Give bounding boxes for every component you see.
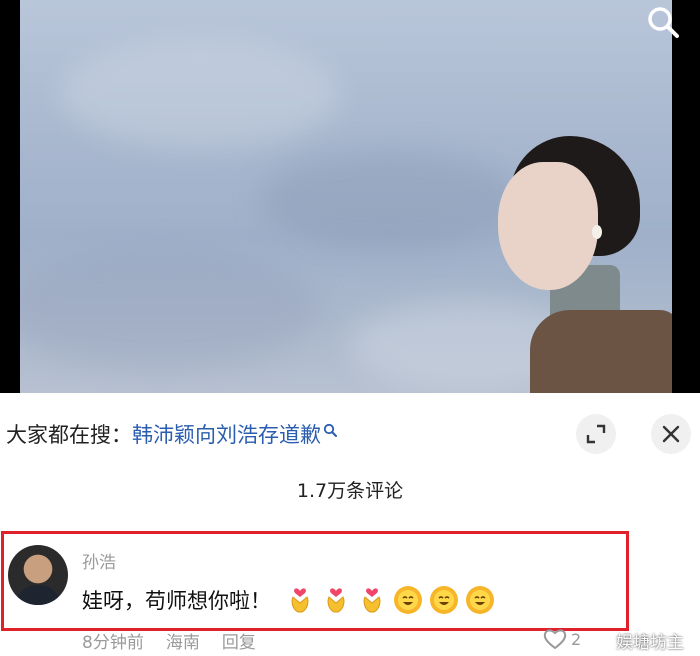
heart-hands-emoji [327,588,345,613]
small-search-icon [323,423,337,445]
comment-meta: 8分钟前 海南 回复 [82,628,256,653]
close-button[interactable] [651,414,691,454]
like-button[interactable]: 2 [543,628,581,650]
avatar-shirt [16,585,60,605]
comment-text: 娃呀，苟师想你啦！ [82,589,271,613]
emoji-row [285,585,495,615]
comment-body: 娃呀，苟师想你啦！ [82,582,495,618]
screen: 大家都在搜： 韩沛颖向刘浩存道歉 1.7万条评论 孙浩 娃呀，苟师想你啦！ 8分… [0,0,700,656]
like-count: 2 [571,629,582,649]
search-icon [648,7,679,38]
expand-button[interactable] [576,414,616,454]
earring [592,225,602,239]
hot-search-row[interactable]: 大家都在搜： 韩沛颖向刘浩存道歉 [6,418,337,450]
comment-time: 8分钟前 [82,633,144,653]
sky-image [20,0,672,393]
heart-icon [543,629,567,650]
reply-button[interactable]: 回复 [222,628,256,653]
watermark: 娱塘坊主 [592,628,684,653]
sun-smile-emoji [430,586,458,614]
expand-icon [586,424,606,444]
woman-figure [470,130,672,393]
watermark-text: 娱塘坊主 [616,633,684,653]
cloud [60,40,340,150]
sun-smile-emoji [394,586,422,614]
heart-hands-emoji [291,588,309,613]
comment-username[interactable]: 孙浩 [82,548,116,573]
search-button[interactable] [643,2,683,42]
coat [530,310,672,393]
hot-search-link[interactable]: 韩沛颖向刘浩存道歉 [132,419,321,449]
comment-count: 1.7万条评论 [296,480,404,502]
face [498,162,598,290]
avatar[interactable] [8,545,68,605]
close-icon [662,425,680,443]
hot-search-prefix: 大家都在搜： [6,423,132,447]
comment-location: 海南 [165,633,200,653]
sun-smile-emoji [466,586,494,614]
weibo-logo-icon [592,632,611,650]
cloud [20,250,320,370]
heart-hands-emoji [363,588,381,613]
post-photo[interactable] [0,0,700,393]
